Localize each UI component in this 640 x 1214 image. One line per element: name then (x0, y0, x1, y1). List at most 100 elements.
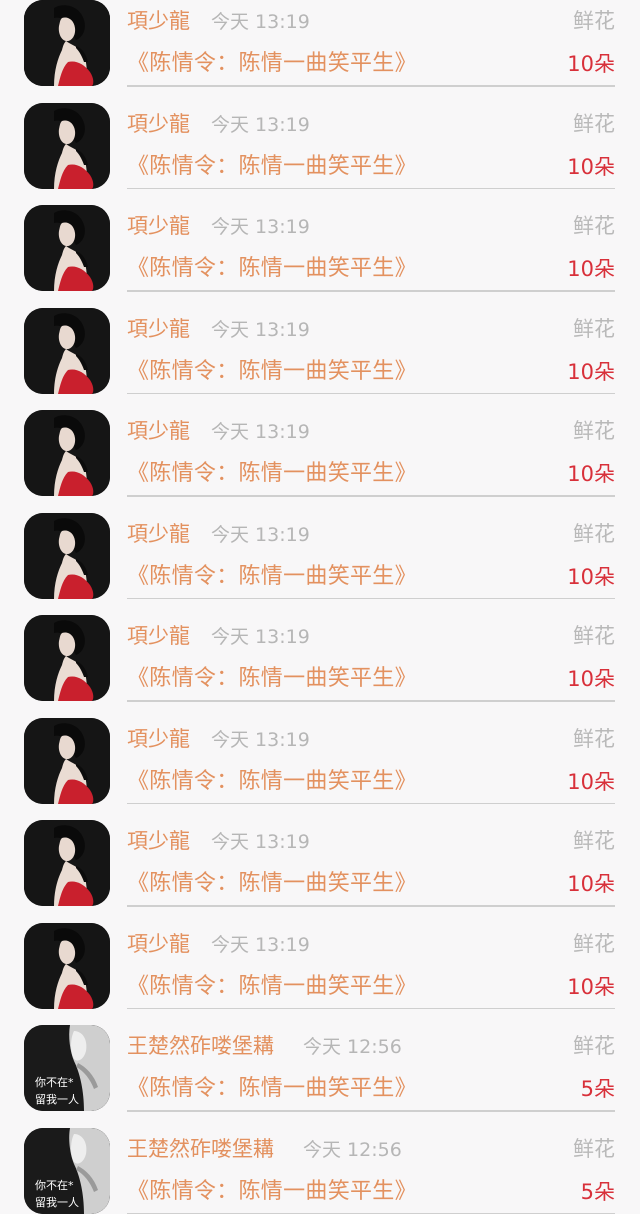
gift-type: 鲜花 (573, 725, 615, 753)
bw-portrait-icon: 你不在* 留我一人 (24, 1128, 110, 1214)
avatar-caption-line1: 你不在* (35, 1076, 74, 1089)
gift-count: 10朵 (567, 870, 615, 898)
avatar[interactable] (24, 615, 110, 701)
gift-count: 10朵 (567, 973, 615, 1001)
list-item[interactable]: 項少龍 今天 13:19 鲜花 《陈情令：陈情一曲笑平生》 10朵 (0, 599, 640, 702)
gift-count: 10朵 (567, 50, 615, 78)
gift-count: 5朵 (581, 1075, 615, 1103)
gift-count: 10朵 (567, 563, 615, 591)
gift-type: 鲜花 (573, 622, 615, 650)
gift-count: 10朵 (567, 665, 615, 693)
avatar[interactable] (24, 308, 110, 394)
book-title[interactable]: 《陈情令：陈情一曲笑平生》 (127, 767, 417, 797)
user-name[interactable]: 項少龍 (127, 827, 190, 855)
woman-portrait-icon (24, 718, 110, 804)
woman-portrait-icon (24, 103, 110, 189)
timestamp: 今天 13:19 (211, 317, 310, 343)
gift-count: 10朵 (567, 460, 615, 488)
woman-portrait-icon (24, 410, 110, 496)
list-item[interactable]: 項少龍 今天 13:19 鲜花 《陈情令：陈情一曲笑平生》 10朵 (0, 702, 640, 805)
user-name[interactable]: 項少龍 (127, 212, 190, 240)
avatar-caption-line2: 留我一人 (35, 1196, 79, 1209)
gift-count: 10朵 (567, 255, 615, 283)
timestamp: 今天 13:19 (211, 419, 310, 445)
timestamp: 今天 13:19 (211, 829, 310, 855)
list-item[interactable]: 項少龍 今天 13:19 鲜花 《陈情令：陈情一曲笑平生》 10朵 (0, 804, 640, 907)
book-title[interactable]: 《陈情令：陈情一曲笑平生》 (127, 869, 417, 899)
list-item[interactable]: 項少龍 今天 13:19 鲜花 《陈情令：陈情一曲笑平生》 10朵 (0, 394, 640, 497)
user-name[interactable]: 項少龍 (127, 520, 190, 548)
avatar[interactable] (24, 718, 110, 804)
book-title[interactable]: 《陈情令：陈情一曲笑平生》 (127, 357, 417, 387)
avatar-caption-line1: 你不在* (35, 1179, 74, 1192)
book-title[interactable]: 《陈情令：陈情一曲笑平生》 (127, 1177, 417, 1207)
gift-record-list: 項少龍 今天 13:19 鲜花 《陈情令：陈情一曲笑平生》 10朵 項少龍 今天… (0, 0, 640, 1214)
timestamp: 今天 13:19 (211, 727, 310, 753)
list-item[interactable]: 項少龍 今天 13:19 鲜花 《陈情令：陈情一曲笑平生》 10朵 (0, 87, 640, 190)
list-item[interactable]: 項少龍 今天 13:19 鲜花 《陈情令：陈情一曲笑平生》 10朵 (0, 0, 640, 87)
user-name[interactable]: 項少龍 (127, 417, 190, 445)
gift-count: 10朵 (567, 358, 615, 386)
woman-portrait-icon (24, 308, 110, 394)
woman-portrait-icon (24, 820, 110, 906)
list-item[interactable]: 項少龍 今天 13:19 鲜花 《陈情令：陈情一曲笑平生》 10朵 (0, 292, 640, 395)
gift-type: 鲜花 (573, 827, 615, 855)
user-name[interactable]: 項少龍 (127, 315, 190, 343)
gift-type: 鲜花 (573, 1135, 615, 1163)
book-title[interactable]: 《陈情令：陈情一曲笑平生》 (127, 562, 417, 592)
timestamp: 今天 13:19 (211, 522, 310, 548)
user-name[interactable]: 項少龍 (127, 7, 190, 35)
book-title[interactable]: 《陈情令：陈情一曲笑平生》 (127, 49, 417, 79)
list-item[interactable]: 項少龍 今天 13:19 鲜花 《陈情令：陈情一曲笑平生》 10朵 (0, 907, 640, 1010)
timestamp: 今天 13:19 (211, 214, 310, 240)
gift-type: 鲜花 (573, 212, 615, 240)
avatar[interactable] (24, 103, 110, 189)
user-name[interactable]: 項少龍 (127, 930, 190, 958)
list-item[interactable]: 你不在* 留我一人 王楚然砟喽堡耩 今天 12:56 鲜花 《陈情令：陈情一曲笑… (0, 1009, 640, 1112)
avatar[interactable] (24, 0, 110, 86)
gift-type: 鲜花 (573, 1032, 615, 1060)
list-item[interactable]: 項少龍 今天 13:19 鲜花 《陈情令：陈情一曲笑平生》 10朵 (0, 497, 640, 600)
book-title[interactable]: 《陈情令：陈情一曲笑平生》 (127, 254, 417, 284)
avatar[interactable] (24, 820, 110, 906)
gift-count: 5朵 (581, 1178, 615, 1206)
book-title[interactable]: 《陈情令：陈情一曲笑平生》 (127, 972, 417, 1002)
gift-type: 鲜花 (573, 417, 615, 445)
gift-count: 10朵 (567, 153, 615, 181)
timestamp: 今天 13:19 (211, 9, 310, 35)
gift-type: 鲜花 (573, 7, 615, 35)
woman-portrait-icon (24, 205, 110, 291)
avatar[interactable] (24, 923, 110, 1009)
avatar[interactable]: 你不在* 留我一人 (24, 1128, 110, 1214)
list-item[interactable]: 你不在* 留我一人 王楚然砟喽堡耩 今天 12:56 鲜花 《陈情令：陈情一曲笑… (0, 1112, 640, 1214)
woman-portrait-icon (24, 0, 110, 86)
list-item[interactable]: 項少龍 今天 13:19 鲜花 《陈情令：陈情一曲笑平生》 10朵 (0, 189, 640, 292)
woman-portrait-icon (24, 615, 110, 701)
gift-type: 鲜花 (573, 520, 615, 548)
timestamp: 今天 13:19 (211, 932, 310, 958)
avatar[interactable] (24, 410, 110, 496)
avatar[interactable] (24, 513, 110, 599)
timestamp: 今天 13:19 (211, 624, 310, 650)
timestamp: 今天 13:19 (211, 112, 310, 138)
book-title[interactable]: 《陈情令：陈情一曲笑平生》 (127, 152, 417, 182)
gift-type: 鲜花 (573, 110, 615, 138)
avatar[interactable] (24, 205, 110, 291)
gift-type: 鲜花 (573, 315, 615, 343)
bw-portrait-icon: 你不在* 留我一人 (24, 1025, 110, 1111)
woman-portrait-icon (24, 923, 110, 1009)
user-name[interactable]: 項少龍 (127, 110, 190, 138)
woman-portrait-icon (24, 513, 110, 599)
user-name[interactable]: 王楚然砟喽堡耩 (127, 1135, 274, 1163)
book-title[interactable]: 《陈情令：陈情一曲笑平生》 (127, 664, 417, 694)
gift-count: 10朵 (567, 768, 615, 796)
book-title[interactable]: 《陈情令：陈情一曲笑平生》 (127, 1074, 417, 1104)
book-title[interactable]: 《陈情令：陈情一曲笑平生》 (127, 459, 417, 489)
user-name[interactable]: 王楚然砟喽堡耩 (127, 1032, 274, 1060)
gift-type: 鲜花 (573, 930, 615, 958)
timestamp: 今天 12:56 (303, 1137, 402, 1163)
user-name[interactable]: 項少龍 (127, 622, 190, 650)
timestamp: 今天 12:56 (303, 1034, 402, 1060)
user-name[interactable]: 項少龍 (127, 725, 190, 753)
avatar[interactable]: 你不在* 留我一人 (24, 1025, 110, 1111)
